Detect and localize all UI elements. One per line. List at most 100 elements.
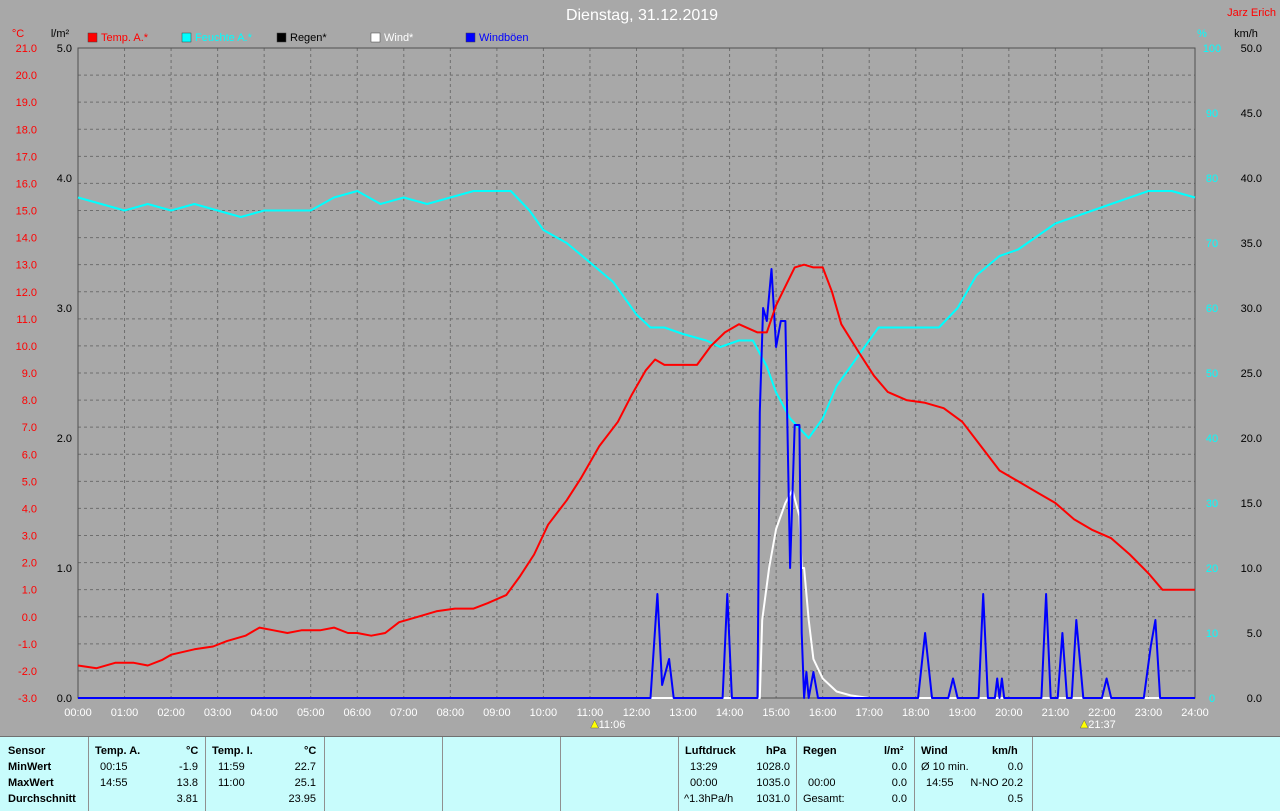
time-tick-label: 03:00 <box>204 707 232 719</box>
wind-tick-label: 25.0 <box>1241 368 1262 380</box>
time-tick-label: 02:00 <box>157 707 185 719</box>
pressure-header: Luftdruck <box>685 745 736 757</box>
temp-i-max-time: 11:00 <box>218 777 245 789</box>
rain-unit: l/m² <box>884 745 904 757</box>
legend-swatch <box>87 32 98 43</box>
rain-header: Regen <box>803 745 837 757</box>
temp-tick-label: 18.0 <box>16 124 37 136</box>
divider <box>914 737 915 811</box>
temp-tick-label: 15.0 <box>16 206 37 218</box>
divider <box>205 737 206 811</box>
legend-swatch <box>276 32 287 43</box>
temp-a-unit: °C <box>186 745 199 757</box>
rain-total-label: Gesamt: <box>803 793 845 805</box>
wind-tick-label: 30.0 <box>1241 303 1262 315</box>
rain-tick-label: 3.0 <box>57 303 72 315</box>
wind-tick-label: 35.0 <box>1241 238 1262 250</box>
wind-unit: km/h <box>992 745 1018 757</box>
temp-tick-label: 9.0 <box>22 368 37 380</box>
time-tick-label: 04:00 <box>250 707 278 719</box>
stats-panel: Sensor MinWert MaxWert Durchschnitt Temp… <box>0 736 1280 811</box>
rain-tick-label: 5.0 <box>57 43 72 55</box>
row-label-max: MaxWert <box>8 777 54 789</box>
sun-markers: 11:06 21:37 <box>590 719 1116 731</box>
chart-author: Jarz Erich <box>1227 7 1276 19</box>
time-tick-label: 18:00 <box>902 707 930 719</box>
temp-tick-label: 17.0 <box>16 151 37 163</box>
humidity-tick-label: 100 <box>1203 43 1221 55</box>
legend-label: Temp. A.* <box>101 32 149 44</box>
humidity-tick-label: 10 <box>1206 628 1218 640</box>
legend-label: Regen* <box>290 32 327 44</box>
wind-max-time: 14:55 <box>926 777 954 789</box>
wind-tick-label: 10.0 <box>1241 563 1262 575</box>
temp-i-avg: 23.95 <box>288 793 316 805</box>
wind-avg: 0.0 <box>1007 761 1023 773</box>
temp-i-min: 22.7 <box>294 761 316 773</box>
temp-tick-label: -3.0 <box>18 693 37 705</box>
temp-a-max-time: 14:55 <box>100 777 128 789</box>
time-tick-label: 07:00 <box>390 707 418 719</box>
humidity-tick-label: 80 <box>1206 173 1218 185</box>
temp-tick-label: 3.0 <box>22 531 37 543</box>
pressure-unit: hPa <box>766 745 787 757</box>
time-tick-label: 12:00 <box>623 707 651 719</box>
rain-unit-label: l/m² <box>51 28 70 40</box>
humidity-tick-label: 90 <box>1206 108 1218 120</box>
row-label-sensor: Sensor <box>8 745 46 757</box>
rain-max-time: 00:00 <box>808 777 836 789</box>
temp-tick-label: 21.0 <box>16 43 37 55</box>
temp-tick-label: 7.0 <box>22 422 37 434</box>
humidity-unit-label: % <box>1197 28 1207 40</box>
time-tick-label: 09:00 <box>483 707 511 719</box>
temp-tick-label: 11.0 <box>16 314 37 326</box>
time-tick-label: 24:00 <box>1181 707 1209 719</box>
time-tick-label: 05:00 <box>297 707 325 719</box>
time-tick-label: 08:00 <box>437 707 465 719</box>
divider <box>1032 737 1033 811</box>
time-tick-label: 23:00 <box>1135 707 1163 719</box>
row-label-avg: Durchschnitt <box>8 793 76 805</box>
time-tick-label: 13:00 <box>669 707 697 719</box>
legend-swatch <box>181 32 192 43</box>
wind-tick-label: 5.0 <box>1247 628 1262 640</box>
weather-chart: -3.0 -2.0 -1.0 0.0 1.0 2.0 3.0 4.0 5.0 6.0 7.0 8.0 9… <box>12 7 1276 731</box>
rain-tick-label: 4.0 <box>57 173 72 185</box>
time-tick-label: 06:00 <box>343 707 371 719</box>
pressure-min: 1028.0 <box>756 761 790 773</box>
temp-tick-label: 16.0 <box>16 178 37 190</box>
wind-tick-label: 40.0 <box>1241 173 1262 185</box>
wind-tick-label: 15.0 <box>1241 498 1262 510</box>
legend-label: Wind* <box>384 32 414 44</box>
temp-tick-label: 0.0 <box>22 612 37 624</box>
rain-max: 0.0 <box>891 777 907 789</box>
wind-header: Wind <box>921 745 948 757</box>
rain-tick-label: 2.0 <box>57 433 72 445</box>
humidity-tick-label: 70 <box>1206 238 1218 250</box>
temp-i-unit: °C <box>304 745 317 757</box>
sunset-marker <box>1079 719 1089 729</box>
time-tick-label: 15:00 <box>762 707 790 719</box>
pressure-trend-label: ^1.3hPa/h <box>684 793 734 805</box>
legend: Temp. A.* Feuchte A.* Regen* Wind* Windböen <box>87 32 529 44</box>
temp-tick-label: 2.0 <box>22 558 37 570</box>
temp-tick-label: 20.0 <box>16 70 37 82</box>
temp-unit-label: °C <box>12 28 24 40</box>
time-tick-label: 20:00 <box>995 707 1023 719</box>
humidity-tick-label: 40 <box>1206 433 1218 445</box>
sunrise-label: 11:06 <box>599 719 626 731</box>
humidity-tick-label: 50 <box>1206 368 1218 380</box>
rain-total: 0.0 <box>891 793 907 805</box>
temp-i-min-time: 11:59 <box>218 761 245 773</box>
time-tick-label: 10:00 <box>530 707 558 719</box>
time-tick-label: 22:00 <box>1088 707 1116 719</box>
legend-swatch <box>370 32 381 43</box>
temp-a-min: -1.9 <box>179 761 198 773</box>
temp-tick-label: 8.0 <box>22 395 37 407</box>
temp-tick-label: -1.0 <box>18 639 37 651</box>
legend-swatch <box>465 32 476 43</box>
humidity-tick-label: 0 <box>1209 693 1215 705</box>
time-tick-label: 00:00 <box>64 707 92 719</box>
humidity-tick-label: 60 <box>1206 303 1218 315</box>
temp-tick-label: 14.0 <box>16 233 37 245</box>
